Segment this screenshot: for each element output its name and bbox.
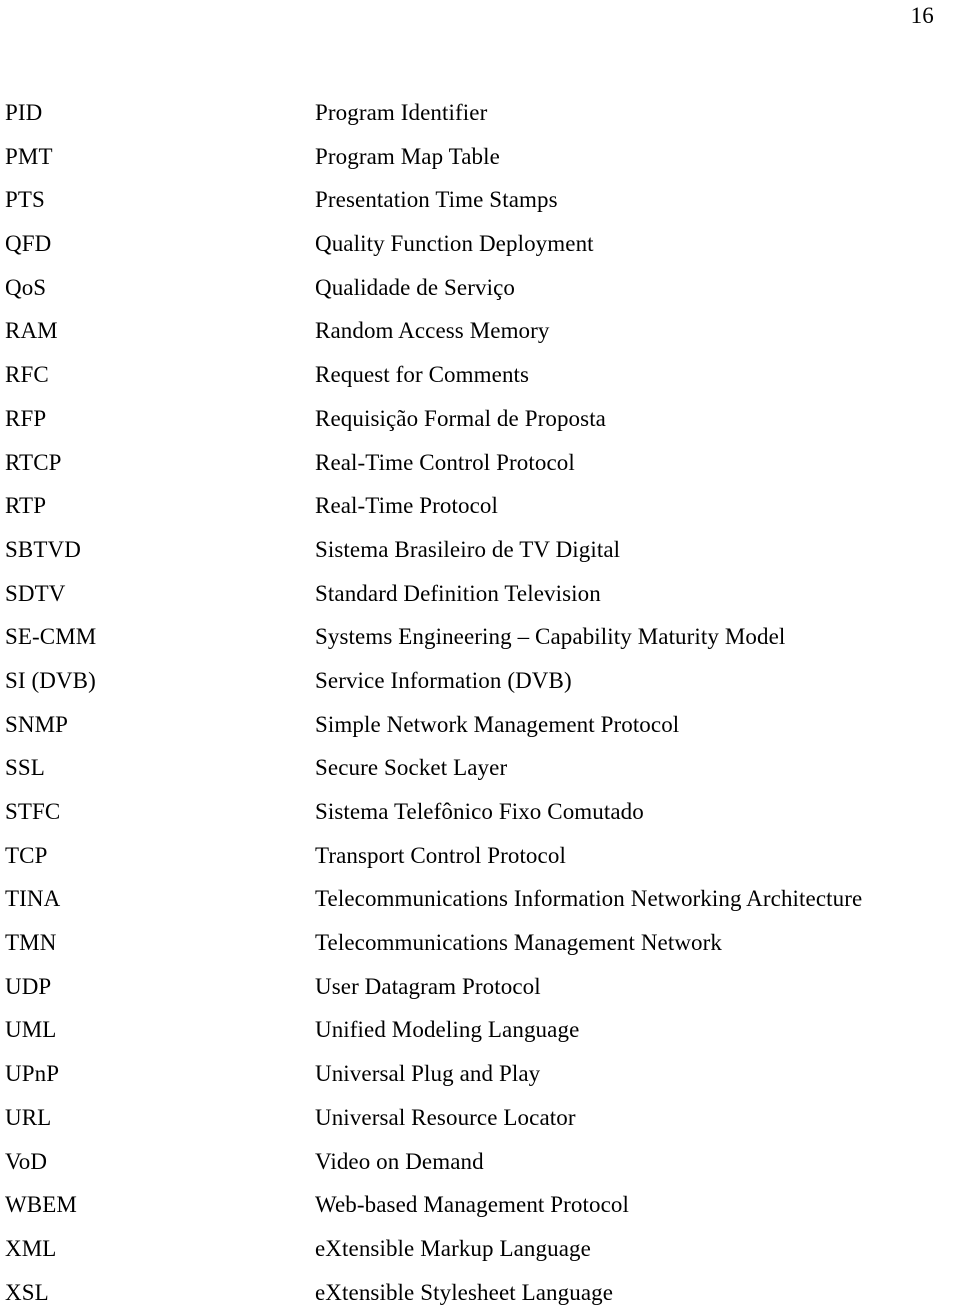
glossary-term: WBEM [5,1192,77,1218]
glossary-term: PMT [5,143,53,169]
glossary-row: PTS Presentation Time Stamps [0,186,960,230]
glossary-term: URL [5,1104,52,1130]
glossary-term: UPnP [5,1061,60,1087]
glossary-row: TCP Transport Control Protocol [0,842,960,886]
glossary-row: PID Program Identifier [0,99,960,143]
glossary-term: SSL [5,755,45,781]
glossary-definition: Standard Definition Television [315,580,601,606]
glossary-definition: eXtensible Stylesheet Language [315,1279,614,1305]
glossary-definition: Simple Network Management Protocol [315,711,680,737]
glossary-term: SNMP [5,711,69,737]
glossary-term: RTCP [5,449,62,475]
glossary-row: RFP Requisição Formal de Proposta [0,405,960,449]
glossary-definition: User Datagram Protocol [315,973,541,999]
glossary-row: PMT Program Map Table [0,143,960,187]
glossary-definition: Qualidade de Serviço [315,274,515,300]
glossary-term: QFD [5,231,52,257]
glossary-definition: Systems Engineering – Capability Maturit… [315,624,786,650]
glossary-row: SSL Secure Socket Layer [0,754,960,798]
glossary-row: UDP User Datagram Protocol [0,973,960,1017]
glossary-term: RFC [5,362,49,388]
glossary-term: PTS [5,187,45,213]
glossary-term: VoD [5,1148,48,1174]
glossary-row: RFC Request for Comments [0,361,960,405]
document-page: 16 PID Program Identifier PMT Program Map T… [0,0,960,1309]
glossary-term: SI (DVB) [5,667,96,693]
glossary-term: SBTVD [5,536,81,562]
glossary-row: TINA Telecommunications Information Netwo… [0,885,960,929]
glossary-row: SDTV Standard Definition Television [0,580,960,624]
glossary-definition: Real-Time Control Protocol [315,449,575,475]
glossary-row: URL Universal Resource Locator [0,1104,960,1148]
glossary-list: PID Program Identifier PMT Program Map Tabl… [0,99,960,1309]
glossary-row: UPnP Universal Plug and Play [0,1060,960,1104]
glossary-definition: Real-Time Protocol [315,493,499,519]
glossary-row: TMN Telecommunications Management Network [0,929,960,973]
page-number: 16 [910,3,934,28]
glossary-definition: Requisição Formal de Proposta [315,405,606,431]
glossary-term: SE-CMM [5,624,97,650]
glossary-definition: Unified Modeling Language [315,1017,580,1043]
glossary-term: XML [5,1235,57,1261]
glossary-definition: Service Information (DVB) [315,667,572,693]
glossary-row: VoD Video on Demand [0,1148,960,1192]
glossary-term: STFC [5,799,61,824]
glossary-row: SI (DVB) Service Information (DVB) [0,667,960,711]
glossary-term: TINA [5,886,61,912]
glossary-definition: Random Access Memory [315,318,550,344]
glossary-term: QoS [5,274,47,300]
glossary-row: SBTVD Sistema Brasileiro de TV Digital [0,536,960,580]
glossary-row: SE-CMM Systems Engineering – Capability M… [0,623,960,667]
glossary-definition: Telecommunications Management Network [315,930,723,956]
glossary-row: XML eXtensible Markup Language [0,1235,960,1279]
glossary-definition: Sistema Brasileiro de TV Digital [315,536,621,562]
glossary-definition: Secure Socket Layer [315,755,508,781]
glossary-term: TCP [5,842,48,868]
glossary-row: UML Unified Modeling Language [0,1016,960,1060]
glossary-definition: Quality Function Deployment [315,231,594,257]
glossary-row: RTP Real-Time Protocol [0,492,960,536]
glossary-term: RTP [5,493,47,519]
glossary-term: RAM [5,318,58,344]
glossary-row: QoS Qualidade de Serviço [0,274,960,318]
glossary-definition: Presentation Time Stamps [315,187,558,213]
glossary-term: RFP [5,405,47,431]
glossary-row: SNMP Simple Network Management Protocol [0,711,960,755]
glossary-definition: eXtensible Markup Language [315,1235,591,1261]
glossary-row: RTCP Real-Time Control Protocol [0,449,960,493]
glossary-row: RAM Random Access Memory [0,317,960,361]
glossary-term: TMN [5,930,57,956]
glossary-row: QFD Quality Function Deployment [0,230,960,274]
glossary-definition: Web-based Management Protocol [315,1192,630,1218]
glossary-definition: Program Identifier [315,100,488,125]
glossary-definition: Video on Demand [315,1148,484,1174]
glossary-definition: Universal Plug and Play [315,1061,541,1087]
glossary-row: XSL eXtensible Stylesheet Language [0,1279,960,1309]
glossary-term: UDP [5,973,52,999]
glossary-term: XSL [5,1279,49,1305]
glossary-term: UML [5,1017,57,1043]
glossary-term: SDTV [5,580,66,606]
glossary-row: STFC Sistema Telefônico Fixo Comutado [0,798,960,842]
glossary-definition: Request for Comments [315,362,530,388]
glossary-definition: Transport Control Protocol [315,842,566,868]
glossary-definition: Universal Resource Locator [315,1104,576,1130]
glossary-definition: Sistema Telefônico Fixo Comutado [315,799,644,824]
glossary-term: PID [5,100,43,125]
glossary-row: WBEM Web-based Management Protocol [0,1191,960,1235]
glossary-definition: Program Map Table [315,143,500,169]
glossary-definition: Telecommunications Information Networkin… [315,886,863,912]
